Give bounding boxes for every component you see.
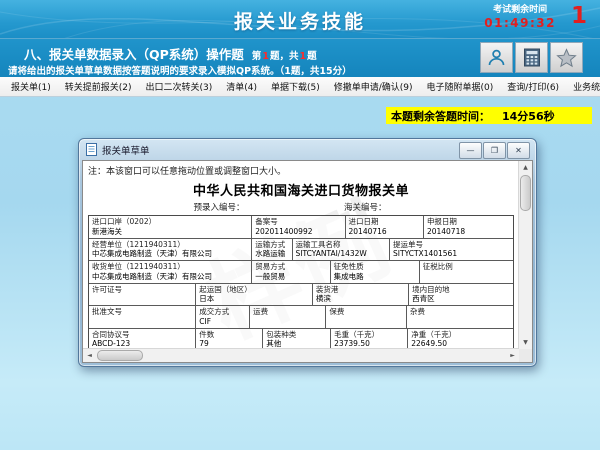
scroll-right-icon[interactable]: ► [506, 349, 519, 362]
menu-item-manifest[interactable]: 清单(4) [219, 80, 264, 93]
declaration-form: 中华人民共和国海关进口货物报关单 预录入编号： 海关编号： 进口口岸（0202）… [86, 174, 516, 352]
form-title: 中华人民共和国海关进口货物报关单 [86, 180, 516, 199]
horizontal-scrollbar[interactable]: ◄ ► [83, 348, 519, 362]
question-count: 第1题，共1题 [252, 51, 317, 62]
reference-number-line: 预录入编号： 海关编号： [86, 201, 516, 214]
close-button[interactable]: ✕ [507, 142, 530, 159]
app-root: 报关业务技能 考试剩余时间 01:49:32 1 八、报关单数据录入（QP系统）… [0, 0, 600, 450]
menu-item-query-print[interactable]: 查询/打印(6) [500, 80, 566, 93]
table-row: 收货单位（1211940311）中芯集成电路制造（天津）有限公司 贸易方式一般贸… [89, 261, 513, 284]
scroll-left-icon[interactable]: ◄ [83, 349, 96, 362]
field-import-date: 进口日期20140716 [346, 216, 424, 239]
table-row: 进口口岸（0202）新港海关 备案号202011400992 进口日期20140… [89, 216, 513, 239]
question-instruction: 请将给出的报关单草单数据按答题说明的要求录入模拟QP系统。（1题，共15分） [8, 63, 352, 77]
menu-item-declaration[interactable]: 报关单(1) [4, 80, 58, 93]
field-license-no: 许可证号 [89, 284, 196, 307]
table-row: 经营单位（1211940311）中芯集成电路制造（天津）有限公司 运输方式水路运… [89, 239, 513, 262]
app-header: 报关业务技能 考试剩余时间 01:49:32 1 [0, 0, 600, 38]
customs-number-label: 海关编号： [344, 201, 387, 213]
menu-item-e-attached-docs[interactable]: 电子随附单据(0) [420, 80, 501, 93]
document-icon [86, 143, 97, 156]
calculator-button[interactable] [515, 42, 548, 73]
calculator-icon [523, 48, 541, 67]
field-transport-name: 运输工具名称SITCYANTAI/1432W [293, 239, 391, 262]
question-timer-label: 本题剩余答题时间： [391, 108, 490, 124]
field-record-no: 备案号202011400992 [252, 216, 345, 239]
field-insurance: 保费 [326, 306, 407, 329]
user-icon [487, 48, 506, 67]
field-approval-no: 批准文号 [89, 306, 196, 329]
field-misc-fees: 杂费 [407, 306, 513, 329]
vertical-scroll-thumb[interactable] [520, 175, 531, 211]
field-freight: 运费 [250, 306, 326, 329]
scroll-up-icon[interactable]: ▲ [519, 161, 532, 174]
question-heading: 八、报关单数据录入（QP系统）操作题第1题，共1题 [24, 44, 317, 63]
question-heading-text: 八、报关单数据录入（QP系统）操作题 [24, 47, 244, 62]
field-consignee-unit: 收货单位（1211940311）中芯集成电路制造（天津）有限公司 [89, 261, 252, 284]
field-trade-mode: 贸易方式一般贸易 [252, 261, 330, 284]
user-button[interactable] [480, 42, 513, 73]
field-import-port: 进口口岸（0202）新港海关 [89, 216, 252, 239]
field-bill-no: 提运单号SITYCTX1401561 [390, 239, 513, 262]
menu-item-business-stats[interactable]: 业务统计(7) [566, 80, 600, 93]
exam-timer-value: 01:49:32 [484, 16, 556, 31]
window-titlebar[interactable]: 报关单草单 — ❐ ✕ [79, 139, 536, 160]
field-tax-ratio: 征税比例 [420, 261, 513, 284]
draft-declaration-window: 报关单草单 — ❐ ✕ 注：本该窗口可以任意拖动位置或调整窗口大小。 样例 中华… [78, 138, 537, 367]
star-icon [556, 48, 577, 68]
field-loading-port: 装货港横滨 [313, 284, 409, 307]
field-transaction-terms: 成交方式CIF [196, 306, 250, 329]
favorite-button[interactable] [550, 42, 583, 73]
menu-item-export-second-transit[interactable]: 出口二次转关(3) [139, 80, 220, 93]
vertical-scrollbar[interactable]: ▲ ▼ [518, 161, 532, 349]
header-toolbar [480, 42, 583, 73]
menu-item-amend-cancel[interactable]: 修撤单申请/确认(9) [327, 80, 420, 93]
table-row: 批准文号 成交方式CIF 运费 保费 杂费 [89, 306, 513, 329]
exam-remaining-timer: 考试剩余时间 01:49:32 [484, 5, 556, 31]
question-bar: 八、报关单数据录入（QP系统）操作题第1题，共1题 请将给出的报关单草单数据按答… [0, 38, 600, 78]
menu-item-doc-download[interactable]: 单据下载(5) [264, 80, 327, 93]
field-transport-mode: 运输方式水路运输 [252, 239, 292, 262]
window-title: 报关单草单 [102, 143, 150, 157]
scrollbar-corner [519, 349, 532, 362]
horizontal-scroll-thumb[interactable] [97, 350, 143, 361]
field-operating-unit: 经营单位（1211940311）中芯集成电路制造（天津）有限公司 [89, 239, 252, 262]
menu-bar: 报关单(1) 转关提前报关(2) 出口二次转关(3) 清单(4) 单据下载(5)… [0, 77, 600, 97]
pre-entry-number-label: 预录入编号： [194, 201, 245, 213]
table-row: 许可证号 起运国（地区）日本 装货港横滨 境内目的地西青区 [89, 284, 513, 307]
question-timer-banner: 本题剩余答题时间： 14分56秒 [386, 107, 592, 124]
declaration-table: 进口口岸（0202）新港海关 备案号202011400992 进口日期20140… [88, 215, 514, 352]
maximize-button[interactable]: ❐ [483, 142, 506, 159]
question-timer-value: 14分56秒 [502, 108, 555, 124]
scroll-down-icon[interactable]: ▼ [519, 336, 532, 349]
minimize-button[interactable]: — [459, 142, 482, 159]
menu-item-transit-advance[interactable]: 转关提前报关(2) [58, 80, 139, 93]
question-page-number: 1 [571, 3, 587, 29]
field-levy-nature: 征免性质集成电路 [331, 261, 420, 284]
exam-timer-label: 考试剩余时间 [484, 5, 556, 16]
window-content: 注：本该窗口可以任意拖动位置或调整窗口大小。 样例 中华人民共和国海关进口货物报… [82, 160, 533, 363]
window-controls: — ❐ ✕ [459, 142, 530, 159]
field-domestic-destination: 境内目的地西青区 [409, 284, 513, 307]
field-origin-country: 起运国（地区）日本 [196, 284, 313, 307]
field-declare-date: 申报日期20140718 [424, 216, 513, 239]
